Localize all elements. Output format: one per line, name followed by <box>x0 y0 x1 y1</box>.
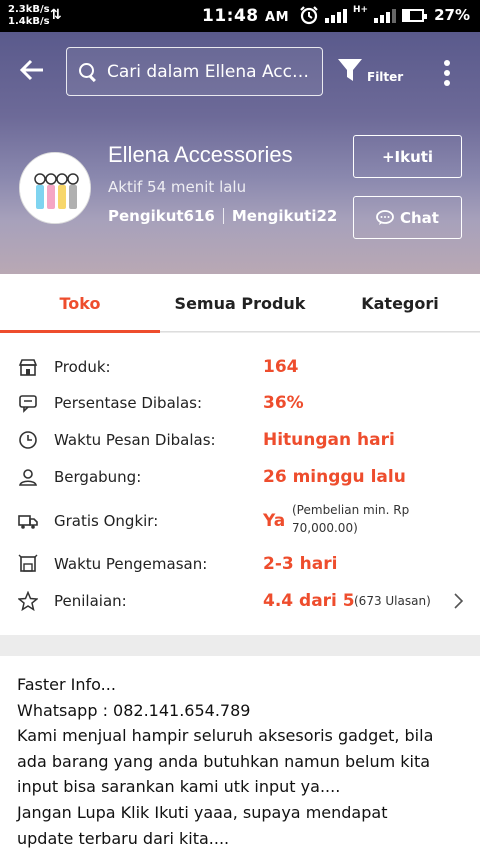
description-line: Faster Info... <box>17 675 116 694</box>
description-line: ada barang yang anda butuhkan namun belu… <box>17 751 431 771</box>
info-value: 36% <box>263 393 304 413</box>
back-button[interactable] <box>18 56 50 84</box>
info-label: Persentase Dibalas: <box>54 394 203 412</box>
info-value: Hitungan hari <box>263 430 395 450</box>
tab-label: Kategori <box>361 293 439 313</box>
shop-description: Faster Info... Whatsapp : 082.141.654.78… <box>0 656 480 854</box>
stat-divider <box>222 208 224 224</box>
clock: 11:48 AM <box>202 6 289 26</box>
tab-kategori[interactable]: Kategori <box>320 274 480 332</box>
filter-button[interactable]: Filter <box>336 56 406 92</box>
chevron-right-icon[interactable] <box>452 591 466 611</box>
follow-button[interactable]: +Ikuti <box>353 135 462 178</box>
clock-time: 11:48 <box>202 6 259 26</box>
chat-label: Chat <box>400 208 439 227</box>
following-count[interactable]: Mengikuti22 <box>232 207 338 225</box>
more-dot-icon <box>444 60 450 66</box>
description-line: update terbaru dari kita.... <box>17 828 230 848</box>
info-row-produk: Produk: 164 <box>0 349 480 385</box>
info-value: 2-3 hari <box>263 554 338 574</box>
network-type: H+ <box>353 5 369 15</box>
shop-tabs: Toko Semua Produk Kategori <box>0 274 480 333</box>
shop-header: Cari dalam Ellena Accessories Filter Ell… <box>0 32 480 274</box>
info-row-waktu-pengemasan: Waktu Pengemasan: 2-3 hari <box>0 546 480 582</box>
info-note: (Pembelian min. Rp 70,000.00) <box>292 501 409 537</box>
shop-stats: Pengikut616 Mengikuti22 <box>108 207 337 225</box>
info-label: Penilaian: <box>54 592 127 610</box>
shop-info-panel: Produk: 164 Persentase Dibalas: 36% Wakt… <box>0 333 480 635</box>
info-value: Ya <box>263 511 286 531</box>
review-count: (673 Ulasan) <box>354 594 431 608</box>
search-placeholder: Cari dalam Ellena Accessories <box>107 61 317 82</box>
shop-name: Ellena Accessories <box>108 142 293 167</box>
description-line: Jangan Lupa Klik Ikuti yaaa, supaya mend… <box>17 802 388 822</box>
info-value: 4.4 dari 5 <box>263 591 355 611</box>
more-options-button[interactable] <box>437 58 457 88</box>
filter-icon <box>338 59 362 81</box>
follow-label: +Ikuti <box>381 147 434 166</box>
shop-active-status: Aktif 54 menit lalu <box>108 178 247 196</box>
net-upload: 2.3kB/s <box>8 4 50 15</box>
tab-toko[interactable]: Toko <box>0 274 160 333</box>
alarm-icon <box>300 6 318 25</box>
info-row-gratis-ongkir: Gratis Ongkir: Ya (Pembelian min. Rp 70,… <box>0 503 480 539</box>
tab-label: Toko <box>59 293 101 313</box>
shop-icon <box>18 359 38 376</box>
signal-icon-2 <box>374 7 397 23</box>
status-bar: 2.3kB/s 1.4kB/s ⇅ 11:48 AM H+ 27% <box>0 0 480 32</box>
info-label: Waktu Pesan Dibalas: <box>54 431 216 449</box>
info-row-waktu-pesan-dibalas: Waktu Pesan Dibalas: Hitungan hari <box>0 422 480 458</box>
status-icons: H+ 27% <box>299 5 470 25</box>
shop-search-input[interactable]: Cari dalam Ellena Accessories <box>66 47 323 96</box>
battery-icon <box>402 8 428 22</box>
person-icon <box>19 469 37 486</box>
chat-button[interactable]: Chat <box>353 196 462 239</box>
info-row-persentase-dibalas: Persentase Dibalas: 36% <box>0 385 480 421</box>
net-download: 1.4kB/s <box>8 16 50 27</box>
battery-level: 27% <box>434 6 470 24</box>
tab-label: Semua Produk <box>174 293 306 313</box>
info-value: 26 minggu lalu <box>263 467 406 487</box>
chat-bubble-icon <box>19 395 37 413</box>
info-value: 164 <box>263 357 299 377</box>
package-icon <box>18 554 38 572</box>
info-label: Gratis Ongkir: <box>54 512 159 530</box>
network-speed: 2.3kB/s 1.4kB/s <box>8 4 50 28</box>
more-dot-icon <box>444 80 450 86</box>
info-row-bergabung: Bergabung: 26 minggu lalu <box>0 459 480 495</box>
truck-icon <box>18 515 38 529</box>
clock-icon <box>19 431 37 449</box>
data-transfer-icon: ⇅ <box>50 7 62 23</box>
info-label: Waktu Pengemasan: <box>54 555 208 573</box>
signal-icon <box>325 7 348 23</box>
description-line: input bisa sarankan kami utk input ya...… <box>17 777 341 797</box>
filter-label: Filter <box>367 70 404 84</box>
star-icon <box>18 591 38 611</box>
more-dot-icon <box>444 70 450 76</box>
info-label: Bergabung: <box>54 468 142 486</box>
info-row-penilaian[interactable]: Penilaian: 4.4 dari 5 (673 Ulasan) <box>0 583 480 619</box>
clock-ampm: AM <box>265 10 290 25</box>
description-line: Whatsapp : 082.141.654.789 <box>17 700 251 720</box>
followers-count[interactable]: Pengikut616 <box>108 207 215 225</box>
info-note-line: (Pembelian min. Rp <box>292 503 410 517</box>
info-note-line: 70,000.00) <box>292 521 358 535</box>
shop-logo-icon <box>20 153 90 223</box>
description-line: Kami menjual hampir seluruh aksesoris ga… <box>17 726 434 746</box>
tab-semua-produk[interactable]: Semua Produk <box>160 274 320 332</box>
back-arrow-icon <box>19 59 43 81</box>
shop-avatar[interactable] <box>19 152 91 224</box>
chat-bubble-icon <box>376 209 394 225</box>
info-label: Produk: <box>54 358 111 376</box>
search-icon <box>77 61 99 83</box>
